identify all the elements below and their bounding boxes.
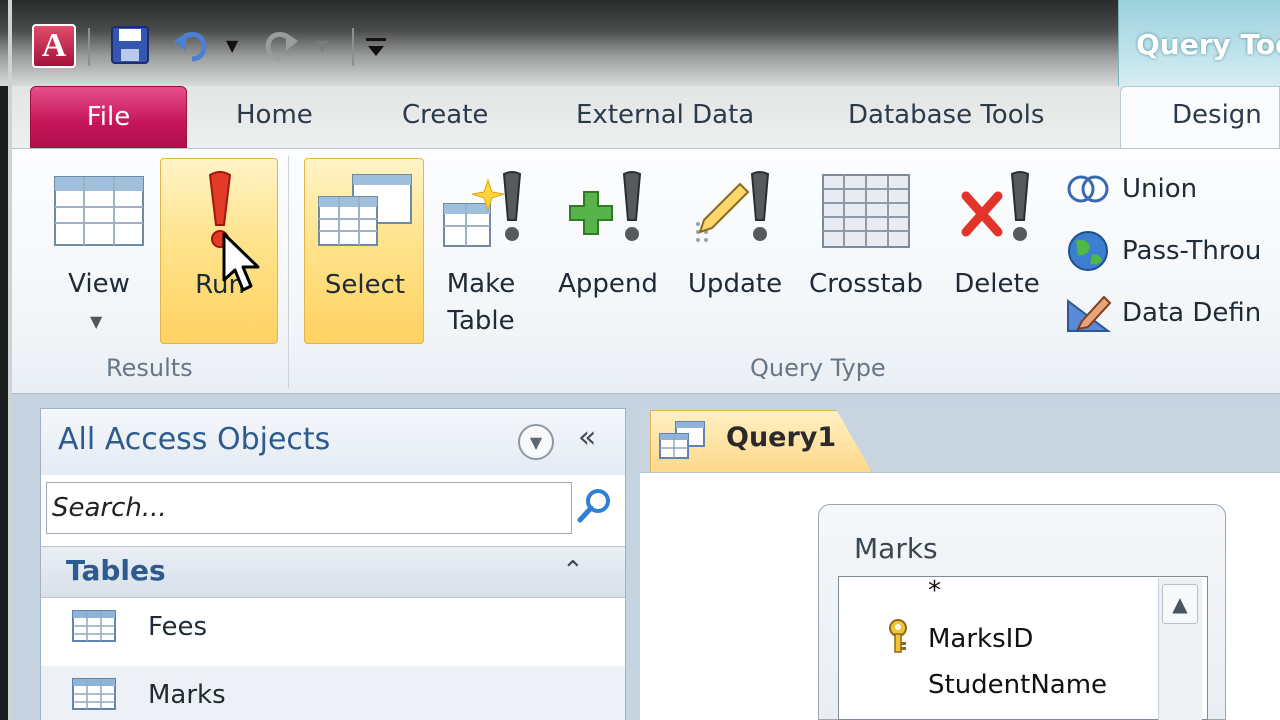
union-label: Union [1122, 174, 1198, 204]
view-dropdown-icon: ▼ [90, 312, 103, 331]
redo-dropdown-icon: ▼ [316, 36, 329, 55]
list-item[interactable] [41, 666, 625, 720]
tab-database-tools[interactable]: Database Tools [848, 100, 1044, 130]
delete-button[interactable]: Delete [944, 158, 1050, 344]
key-icon [889, 619, 907, 653]
save-icon[interactable] [108, 22, 152, 68]
union-icon [1067, 175, 1109, 203]
query-icon [659, 421, 705, 459]
tables-group-title: Tables [66, 554, 166, 587]
tab-external-data[interactable]: External Data [576, 100, 754, 130]
update-label: Update [687, 269, 783, 299]
union-button[interactable]: Union [1064, 166, 1280, 212]
table-name: Marks [148, 680, 226, 710]
undo-dropdown-icon[interactable]: ▼ [226, 36, 238, 55]
globe-icon [1068, 231, 1108, 271]
tab-file[interactable]: File [30, 86, 187, 148]
access-logo-icon[interactable]: A [32, 24, 76, 68]
query-tab-label: Query1 [726, 422, 837, 453]
chevron-up-icon[interactable]: ⌃ [562, 556, 584, 586]
crosstab-label: Crosstab [809, 269, 923, 299]
select-query-icon [318, 174, 412, 246]
select-query-button[interactable]: Select [304, 158, 424, 344]
field-item[interactable]: MarksID [928, 624, 1033, 654]
view-label: View [68, 269, 130, 299]
results-group-label: Results [106, 354, 193, 382]
qat-separator [352, 28, 354, 66]
data-definition-label: Data Defin [1122, 298, 1262, 328]
search-icon[interactable] [574, 486, 614, 526]
delete-label: Delete [954, 269, 1040, 299]
contextual-tab-title: Query Too [1136, 28, 1280, 61]
pass-through-label: Pass-Throu [1122, 236, 1262, 266]
make-table-label-line1: Make [446, 269, 516, 299]
data-definition-icon [1067, 295, 1112, 332]
mouse-cursor-icon [222, 232, 260, 292]
make-table-icon [443, 171, 522, 247]
field-item[interactable]: * [928, 576, 941, 606]
make-table-button[interactable]: Make Table [432, 158, 530, 344]
table-icon [72, 678, 116, 710]
append-button[interactable]: Append [548, 158, 668, 344]
search-input[interactable] [52, 490, 562, 526]
collapse-pane-icon[interactable]: « [578, 420, 596, 455]
datasheet-view-icon [54, 176, 144, 246]
append-icon [569, 171, 642, 241]
field-list-title: Marks [854, 532, 938, 565]
table-icon [72, 610, 116, 642]
data-definition-button[interactable]: Data Defin [1064, 290, 1280, 336]
scroll-up-icon[interactable]: ▲ [1162, 584, 1198, 624]
query-type-group-label: Query Type [750, 354, 886, 382]
qat-separator [88, 28, 90, 66]
list-item[interactable] [41, 600, 625, 660]
table-name: Fees [148, 612, 208, 642]
field-item[interactable]: StudentName [928, 670, 1107, 700]
chevron-down-icon[interactable]: ▼ [518, 424, 554, 460]
redo-icon [258, 22, 302, 68]
select-label: Select [324, 270, 406, 300]
crosstab-button[interactable]: Crosstab [802, 158, 930, 344]
group-separator [288, 156, 289, 388]
pass-through-button[interactable]: Pass-Throu [1064, 228, 1280, 274]
update-button[interactable]: Update [678, 158, 792, 344]
delete-icon [961, 171, 1030, 241]
view-button[interactable]: View ▼ [44, 158, 154, 344]
update-icon [696, 171, 770, 242]
crosstab-icon [822, 174, 910, 248]
undo-icon[interactable] [170, 22, 214, 68]
tab-create[interactable]: Create [402, 100, 488, 130]
append-label: Append [558, 269, 658, 299]
tab-home[interactable]: Home [236, 100, 313, 130]
make-table-label-line2: Table [447, 306, 515, 336]
tab-design-label: Design [1172, 100, 1262, 130]
customize-qat-icon[interactable] [364, 30, 388, 60]
nav-pane-title[interactable]: All Access Objects [58, 422, 330, 457]
